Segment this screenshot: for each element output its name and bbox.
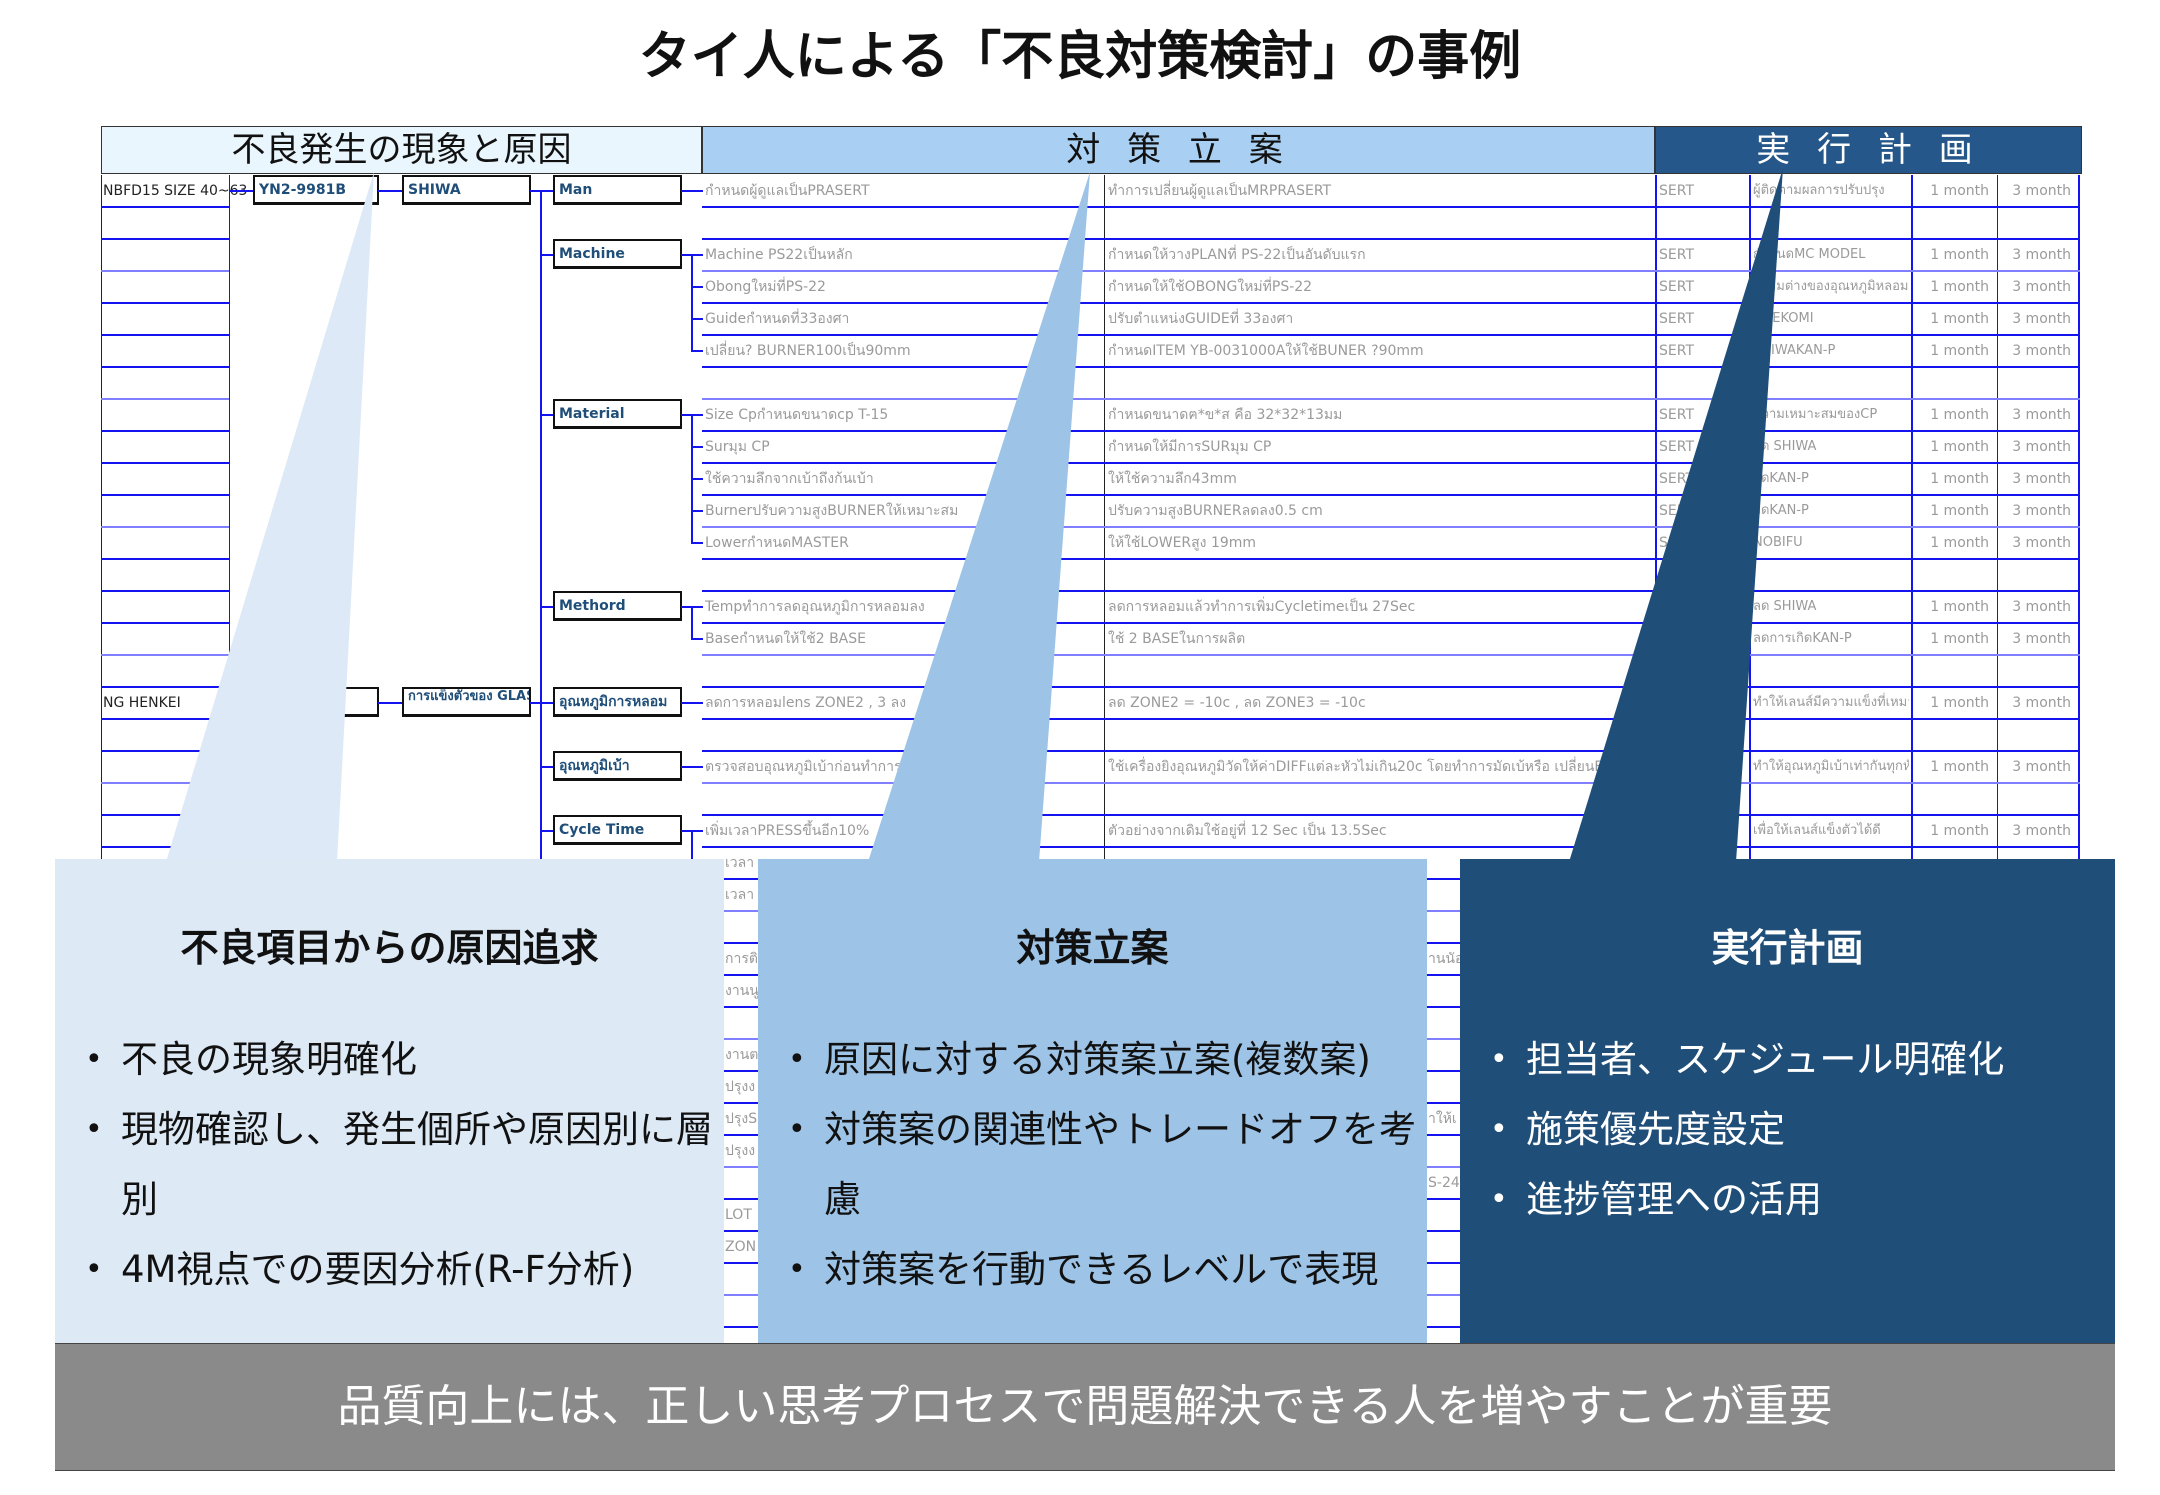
bullet-item: • 対策案の関連性やトレードオフを考慮 xyxy=(788,1108,1416,1221)
callout-pointer-countermeasure xyxy=(868,172,1090,862)
panel-title: 不良項目からの原因追求 xyxy=(180,926,599,970)
bullet-item: • 対策案を行動できるレベルで表現 xyxy=(788,1248,1379,1291)
callout-pointer-plan xyxy=(1569,168,1783,862)
bullet-item: • 4M視点での要因分析(R-F分析) xyxy=(85,1248,635,1291)
bullet-item: • 現物確認し、発生個所や原因別に層別 xyxy=(85,1108,713,1221)
panel-title: 対策立案 xyxy=(1016,926,1169,970)
conclusion-banner: 品質向上には、正しい思考プロセスで問題解決できる人を増やすことが重要 xyxy=(55,1343,2115,1471)
callout-pointer-cause xyxy=(166,172,374,862)
bullet-item: • 担当者、スケジュール明確化 xyxy=(1490,1038,2005,1081)
panel-action-plan: 実行計画 • 担当者、スケジュール明確化 • 施策優先度設定 • 進捗管理への活用 xyxy=(1460,859,2115,1343)
bullet-item: • 原因に対する対策案立案(複数案) xyxy=(788,1038,1371,1081)
bullet-list: • 原因に対する対策案立案(複数案) • 対策案の関連性やトレードオフを考慮 • 対策… xyxy=(788,1025,1417,1305)
bullet-item: • 施策優先度設定 xyxy=(1490,1108,1785,1151)
bullet-list: • 担当者、スケジュール明確化 • 施策優先度設定 • 進捗管理への活用 xyxy=(1490,1025,2105,1235)
bullet-item: • 進捗管理への活用 xyxy=(1490,1178,1822,1221)
bullet-list: • 不良の現象明確化 • 現物確認し、発生個所や原因別に層別 • 4M視点での要因分析… xyxy=(85,1025,714,1305)
panel-title: 実行計画 xyxy=(1711,926,1864,970)
panel-cause-analysis: 不良項目からの原因追求 • 不良の現象明確化 • 現物確認し、発生個所や原因別に層別… xyxy=(55,859,724,1343)
panel-countermeasure: 対策立案 • 原因に対する対策案立案(複数案) • 対策案の関連性やトレードオフを考… xyxy=(758,859,1427,1343)
bullet-item: • 不良の現象明確化 xyxy=(85,1038,417,1081)
